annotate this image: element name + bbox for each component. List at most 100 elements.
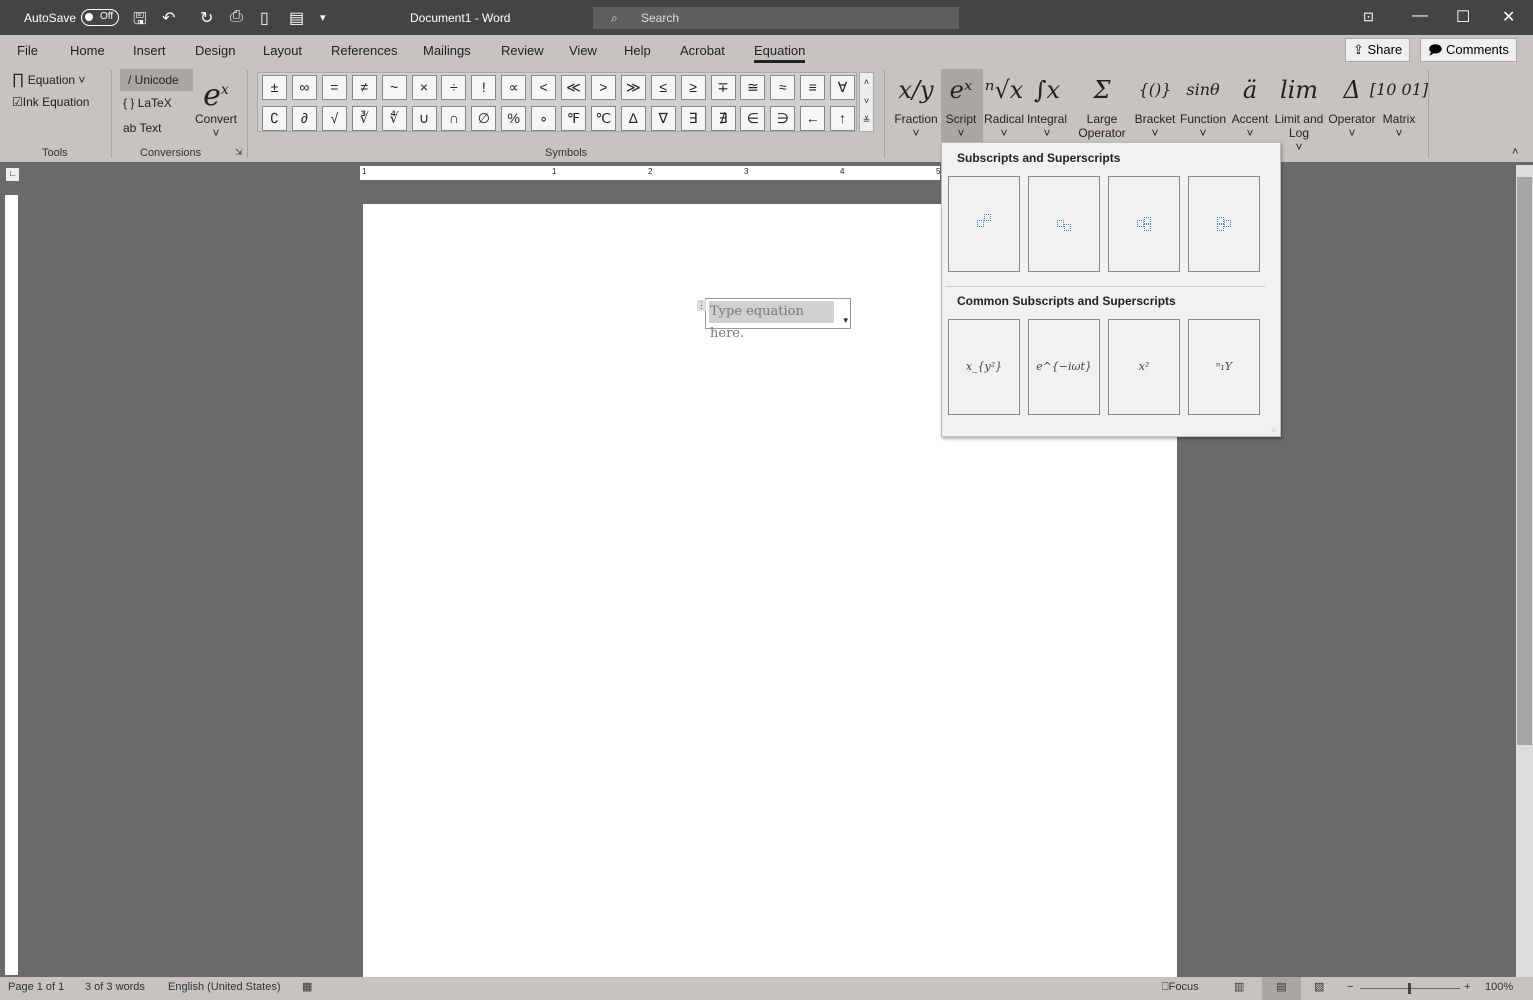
- symbol-button[interactable]: ∞: [291, 75, 317, 100]
- redo-icon[interactable]: ↻: [200, 8, 213, 28]
- symbol-button[interactable]: ×: [411, 75, 437, 100]
- symbol-button[interactable]: ∄: [710, 106, 736, 131]
- subscript-option[interactable]: [1028, 176, 1100, 272]
- symbol-button[interactable]: ≡: [800, 75, 826, 100]
- dialog-launcher-icon[interactable]: ⇲: [235, 147, 243, 158]
- form-icon[interactable]: ▯: [260, 8, 269, 28]
- symbol-button[interactable]: ∃: [680, 106, 706, 131]
- read-mode-icon[interactable]: ▥: [1234, 977, 1244, 998]
- minimize-icon[interactable]: —: [1412, 7, 1428, 25]
- language[interactable]: English (United States): [168, 977, 281, 998]
- symbol-button[interactable]: ∝: [501, 75, 527, 100]
- tab-selector[interactable]: ∟: [6, 168, 19, 181]
- tab-insert[interactable]: Insert: [133, 43, 166, 58]
- page-count[interactable]: Page 1 of 1: [8, 977, 64, 998]
- symbol-button[interactable]: ~: [381, 75, 407, 100]
- subscript-superscript-option[interactable]: [1108, 176, 1180, 272]
- common-script-x2[interactable]: x²: [1108, 319, 1180, 415]
- symbol-button[interactable]: ∀: [830, 75, 856, 100]
- vertical-ruler[interactable]: [5, 195, 18, 975]
- symbol-button[interactable]: ∩: [441, 106, 467, 131]
- symbol-button[interactable]: ℃: [590, 106, 616, 131]
- resize-grip-icon[interactable]: ⁘: [1270, 426, 1277, 435]
- common-script-e-iwt[interactable]: e^{−iωt}: [1028, 319, 1100, 415]
- symbol-button[interactable]: ℉: [561, 106, 586, 131]
- symbol-button[interactable]: ≅: [740, 75, 766, 100]
- share-button[interactable]: ⇪ Share: [1345, 38, 1411, 62]
- print-layout-icon[interactable]: ▤: [1262, 977, 1301, 1000]
- equation-button[interactable]: ∏ Equation ˅: [12, 71, 85, 88]
- symbol-button[interactable]: ≪: [561, 75, 586, 100]
- tab-equation[interactable]: Equation: [754, 43, 806, 63]
- customize-qat-icon[interactable]: ▾: [320, 11, 326, 24]
- symbol-button[interactable]: =: [321, 75, 347, 100]
- tab-home[interactable]: Home: [70, 43, 105, 58]
- tab-view[interactable]: View: [569, 43, 597, 58]
- zoom-slider-thumb[interactable]: [1408, 983, 1411, 994]
- common-script-xy2[interactable]: x_{y²}: [948, 319, 1020, 415]
- save-icon[interactable]: 🖫: [133, 8, 147, 35]
- latex-button[interactable]: { } LaTeX: [123, 96, 172, 110]
- tab-design[interactable]: Design: [195, 43, 235, 58]
- tab-references[interactable]: References: [331, 43, 397, 58]
- tab-file[interactable]: File: [17, 43, 38, 58]
- left-subscript-superscript-option[interactable]: [1188, 176, 1260, 272]
- print-icon[interactable]: ⎙: [230, 8, 243, 26]
- equation-placeholder[interactable]: Type equation here.: [709, 301, 834, 341]
- search-input[interactable]: ⌕ Search: [593, 7, 959, 29]
- tab-help[interactable]: Help: [624, 43, 651, 58]
- symbol-button[interactable]: ÷: [441, 75, 467, 100]
- convert-button[interactable]: ex Convert ˅: [193, 70, 239, 140]
- ribbon-display-icon[interactable]: ⊡: [1363, 9, 1374, 25]
- accessibility-icon[interactable]: ▦: [302, 977, 312, 998]
- maximize-icon[interactable]: ☐: [1456, 7, 1470, 27]
- zoom-level[interactable]: 100%: [1485, 977, 1513, 998]
- word-count[interactable]: 3 of 3 words: [85, 977, 145, 998]
- equation-options-icon[interactable]: ▾: [843, 315, 848, 326]
- zoom-out-icon[interactable]: −: [1347, 977, 1353, 998]
- comments-button[interactable]: 🗩 Comments: [1420, 38, 1517, 62]
- web-layout-icon[interactable]: ▧: [1314, 977, 1324, 998]
- symbol-button[interactable]: <: [531, 75, 557, 100]
- unicode-button[interactable]: / Unicode: [120, 69, 193, 91]
- equation-field[interactable]: ⋮ Type equation here. ▾: [697, 298, 851, 341]
- symbol-button[interactable]: ∋: [770, 106, 796, 131]
- tab-mailings[interactable]: Mailings: [423, 43, 471, 58]
- vertical-scrollbar[interactable]: [1516, 165, 1533, 977]
- symbol-button[interactable]: ∅: [471, 106, 497, 131]
- common-script-nY[interactable]: ⁿ₁Y: [1188, 319, 1260, 415]
- symbol-button[interactable]: !: [471, 75, 497, 100]
- autosave-toggle[interactable]: Off: [81, 9, 119, 26]
- symbol-button[interactable]: ≥: [680, 75, 706, 100]
- symbol-button[interactable]: ≫: [620, 75, 646, 100]
- superscript-option[interactable]: [948, 176, 1020, 272]
- symbol-button[interactable]: ∇: [650, 106, 676, 131]
- symbol-button[interactable]: ∪: [411, 106, 437, 131]
- zoom-in-icon[interactable]: +: [1464, 977, 1470, 998]
- collapse-ribbon-icon[interactable]: ˄: [1512, 146, 1518, 158]
- horizontal-ruler[interactable]: 1 1 2 3 4 5: [360, 166, 940, 180]
- symbol-button[interactable]: ↑: [830, 106, 856, 131]
- tab-acrobat[interactable]: Acrobat: [680, 43, 725, 58]
- tab-layout[interactable]: Layout: [263, 43, 302, 58]
- text-button[interactable]: ab Text: [123, 121, 161, 135]
- gallery-scroll[interactable]: ˄ ˅ ≚: [859, 72, 874, 132]
- symbol-button[interactable]: ±: [262, 75, 287, 100]
- focus-button[interactable]: ⎕Focus: [1162, 977, 1199, 998]
- symbol-button[interactable]: ←: [800, 106, 826, 131]
- symbol-button[interactable]: ∘: [531, 106, 557, 131]
- equation-handle-icon[interactable]: ⋮: [697, 300, 706, 311]
- undo-icon[interactable]: ↶: [162, 8, 175, 28]
- symbol-button[interactable]: ∛: [351, 106, 377, 131]
- integral-button[interactable]: ∫x Integral ˅: [1017, 70, 1077, 140]
- scroll-thumb[interactable]: [1517, 177, 1532, 745]
- zoom-slider[interactable]: [1360, 983, 1460, 994]
- symbol-button[interactable]: ≈: [770, 75, 796, 100]
- symbol-button[interactable]: %: [501, 106, 527, 131]
- close-icon[interactable]: ✕: [1502, 7, 1515, 27]
- symbol-button[interactable]: ∜: [381, 106, 407, 131]
- tab-review[interactable]: Review: [501, 43, 544, 58]
- symbol-button[interactable]: >: [590, 75, 616, 100]
- matrix-button[interactable]: [10 01] Matrix ˅: [1369, 70, 1429, 140]
- print-preview-icon[interactable]: ▤: [289, 8, 304, 28]
